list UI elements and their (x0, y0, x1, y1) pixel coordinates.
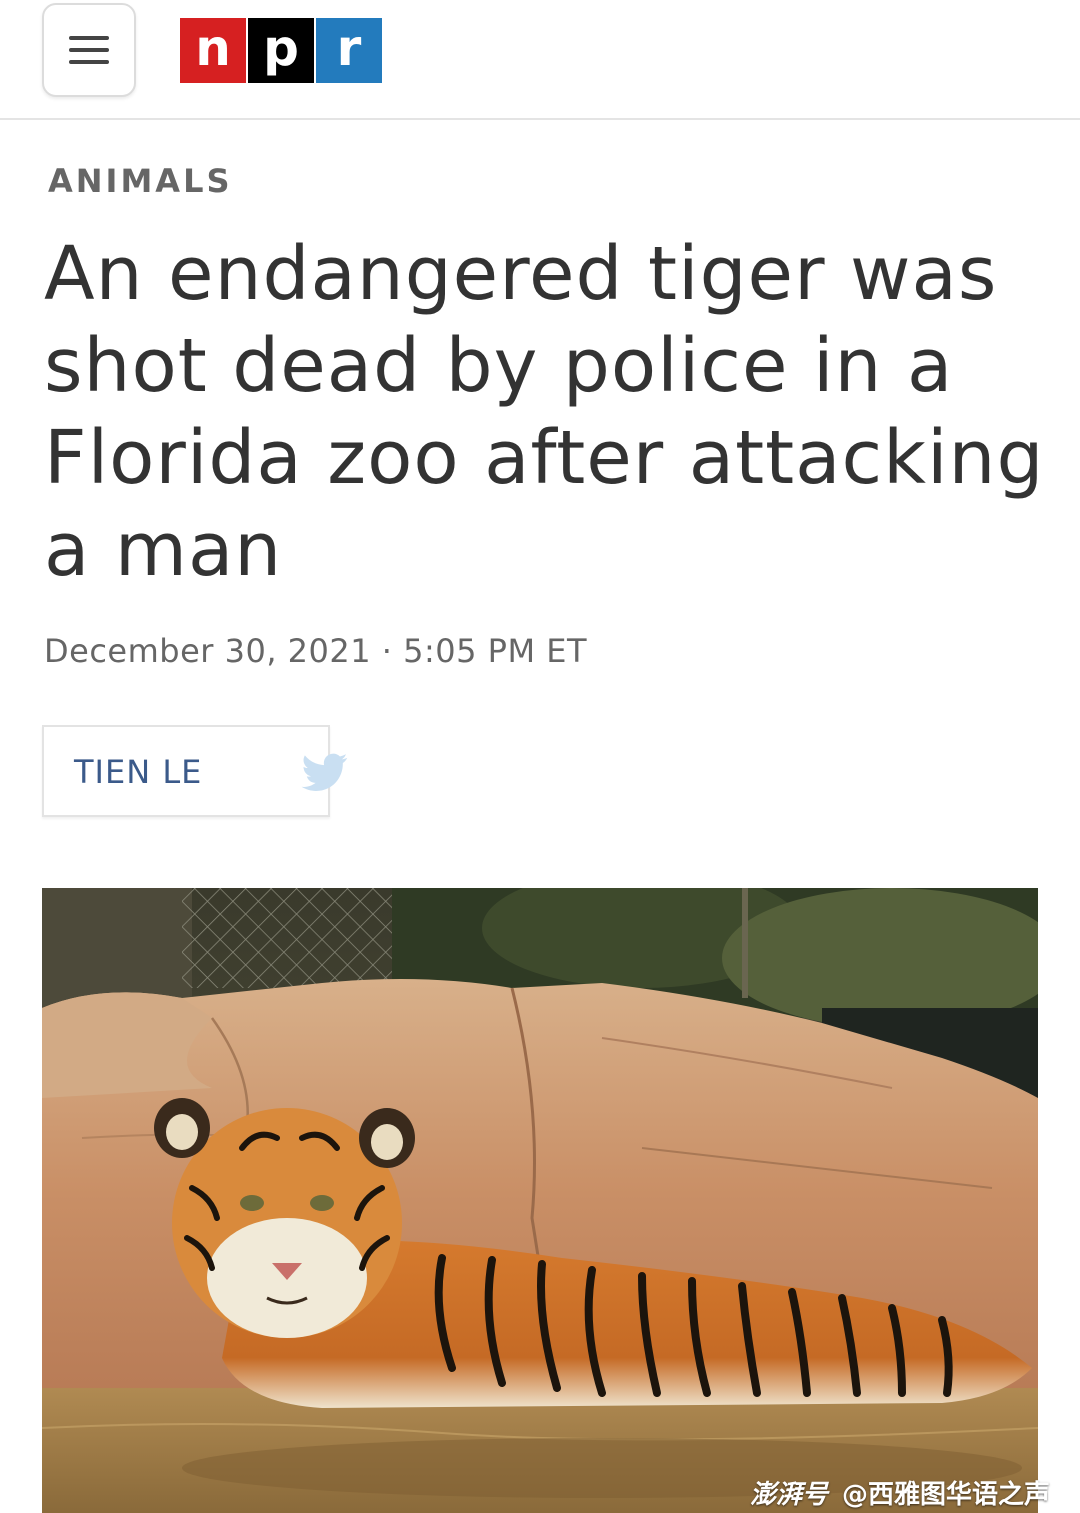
logo-letter-n: n (180, 18, 246, 83)
site-header: n p r (0, 0, 1080, 120)
logo-letter-r: r (316, 18, 382, 83)
tiger-photo (42, 888, 1038, 1513)
source-watermark: 澎湃号 @西雅图华语之声 (750, 1474, 1050, 1511)
hamburger-menu-icon (69, 36, 109, 40)
hamburger-bar (69, 48, 109, 52)
author-name[interactable]: TIEN LE (74, 753, 202, 791)
hamburger-menu-button[interactable] (42, 3, 136, 97)
watermark-brand: 澎湃号 (750, 1480, 829, 1510)
category-label[interactable]: ANIMALS (48, 162, 233, 200)
hamburger-bar (69, 60, 109, 64)
article-dateline: December 30, 2021 · 5:05 PM ET (44, 632, 587, 670)
watermark-account: @西雅图华语之声 (842, 1480, 1051, 1510)
logo-letter-p: p (248, 18, 314, 83)
tiger-photo-illustration (42, 888, 1038, 1513)
npr-logo[interactable]: n p r (180, 18, 382, 83)
author-byline[interactable]: TIEN LE (42, 725, 348, 817)
twitter-bird-icon[interactable] (299, 749, 351, 795)
article-headline: An endangered tiger was shot dead by pol… (44, 231, 1045, 593)
